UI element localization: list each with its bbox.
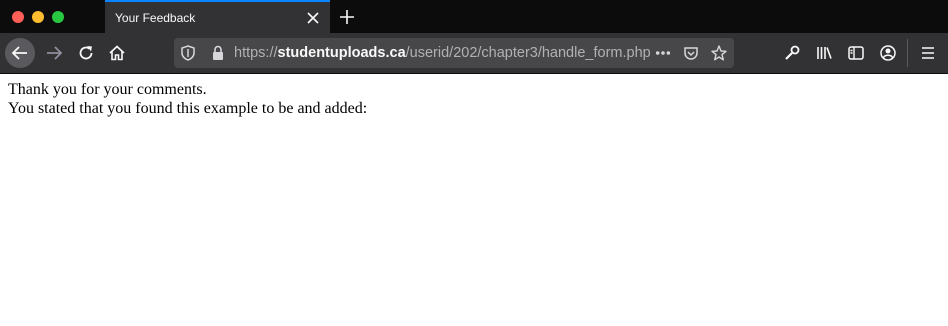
title-bar: Your Feedback (0, 0, 948, 33)
browser-tab[interactable]: Your Feedback (105, 0, 330, 33)
url-host: studentuploads.ca (277, 45, 406, 61)
lock-icon[interactable] (210, 45, 226, 61)
tab-title: Your Feedback (115, 10, 196, 25)
sidebar-icon[interactable] (844, 41, 868, 65)
library-icon[interactable] (812, 41, 836, 65)
new-tab-icon[interactable] (338, 8, 356, 26)
url-text[interactable]: https://studentuploads.ca/userid/202/cha… (234, 45, 651, 61)
maximize-window-button[interactable] (52, 11, 64, 23)
forward-icon[interactable] (42, 41, 66, 65)
close-window-button[interactable] (12, 11, 24, 23)
home-icon[interactable] (105, 41, 129, 65)
menu-icon[interactable] (916, 41, 940, 65)
feedback-summary: You stated that you found this example t… (8, 100, 368, 117)
page-actions-icon[interactable] (655, 45, 671, 61)
navigation-toolbar: https://studentuploads.ca/userid/202/cha… (0, 33, 948, 74)
close-tab-icon[interactable] (305, 10, 321, 26)
wrench-icon[interactable] (780, 41, 804, 65)
shield-icon[interactable] (180, 45, 196, 61)
page-content: Thank you for your comments. You stated … (0, 74, 948, 124)
minimize-window-button[interactable] (32, 11, 44, 23)
url-scheme: https:// (234, 45, 278, 61)
pocket-icon[interactable] (683, 45, 699, 61)
window-controls (12, 11, 64, 23)
address-bar[interactable]: https://studentuploads.ca/userid/202/cha… (174, 38, 734, 68)
thank-you-message: Thank you for your comments. (8, 81, 207, 98)
account-icon[interactable] (876, 41, 900, 65)
back-icon[interactable] (5, 38, 35, 68)
toolbar-separator (907, 39, 908, 67)
reload-icon[interactable] (74, 41, 98, 65)
url-path: /userid/202/chapter3/handle_form.php (405, 45, 651, 61)
bookmark-star-icon[interactable] (711, 45, 727, 61)
